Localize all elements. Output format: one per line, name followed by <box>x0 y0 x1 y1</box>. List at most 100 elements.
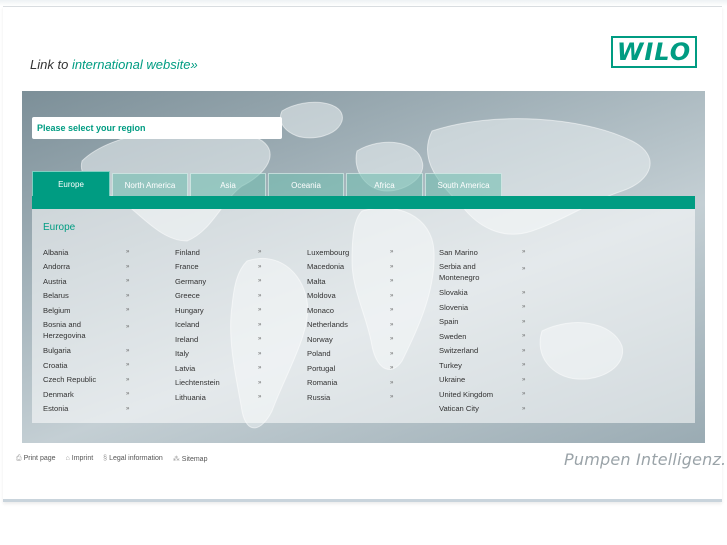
print-icon: ⎙ <box>16 455 22 462</box>
country-name: United Kingdom <box>439 389 494 399</box>
country-link[interactable]: Malta » <box>307 274 417 289</box>
tab-oceania[interactable]: Oceania <box>268 173 344 196</box>
tab-oceania-label: Oceania <box>291 180 321 190</box>
country-name: Czech Republic <box>43 375 97 385</box>
country-link[interactable]: Bosnia and Herzegovina » <box>43 318 153 344</box>
country-link[interactable]: Latvia » <box>175 361 285 376</box>
arrow-icon: » <box>258 263 262 270</box>
country-link[interactable]: Belarus » <box>43 289 153 304</box>
country-link[interactable]: Serbia and Montenegro » <box>439 260 549 286</box>
country-link[interactable]: Liechtenstein » <box>175 376 285 391</box>
country-link[interactable]: Finland » <box>175 245 285 260</box>
country-name: Italy <box>175 349 189 359</box>
arrow-icon: » <box>390 350 394 357</box>
country-link[interactable]: Slovakia » <box>439 286 549 301</box>
legal-information-link[interactable]: § Legal information <box>103 455 163 463</box>
sitemap-link[interactable]: ⁂ Sitemap <box>173 455 208 463</box>
arrow-icon: » <box>390 379 394 386</box>
country-link[interactable]: Romania » <box>307 376 417 391</box>
imprint-link[interactable]: ⌂ Imprint <box>66 455 94 463</box>
arrow-icon: » <box>390 249 394 255</box>
arrow-icon: » <box>390 263 394 270</box>
arrow-icon: » <box>522 304 526 310</box>
country-link[interactable]: Czech Republic » <box>43 373 153 388</box>
international-website-link[interactable]: international website» <box>72 57 198 72</box>
country-link[interactable]: Greece » <box>175 289 285 304</box>
panel-title: Europe <box>43 222 76 233</box>
country-name: Slovakia <box>439 288 468 298</box>
country-link[interactable]: San Marino » <box>439 245 549 260</box>
arrow-icon: » <box>126 347 130 354</box>
country-link[interactable]: Denmark » <box>43 387 153 402</box>
arrow-icon: » <box>522 362 526 368</box>
country-name: Belarus <box>43 291 69 301</box>
arrow-icon: » <box>390 278 394 284</box>
country-name: Hungary <box>175 305 204 315</box>
country-link[interactable]: Bulgaria » <box>43 344 153 359</box>
arrow-icon: » <box>522 249 526 255</box>
country-link[interactable]: Iceland » <box>175 318 285 333</box>
country-link[interactable]: Italy » <box>175 347 285 362</box>
country-link[interactable]: France » <box>175 260 285 275</box>
country-name: Belgium <box>43 305 71 315</box>
country-link[interactable]: Netherlands » <box>307 318 417 333</box>
international-link: Link to international website» <box>30 57 198 72</box>
country-link[interactable]: Switzerland » <box>439 344 549 359</box>
arrow-icon: » <box>522 376 526 383</box>
country-link[interactable]: Macedonia » <box>307 260 417 275</box>
country-link[interactable]: Vatican City » <box>439 402 549 417</box>
country-link[interactable]: Albania » <box>43 245 153 260</box>
sitemap-label: Sitemap <box>181 456 208 463</box>
country-link[interactable]: Lithuania » <box>175 390 285 405</box>
country-link[interactable]: Belgium » <box>43 303 153 318</box>
country-link[interactable]: Germany » <box>175 274 285 289</box>
country-link[interactable]: Hungary » <box>175 303 285 318</box>
country-link[interactable]: Russia » <box>307 390 417 405</box>
country-link[interactable]: Croatia » <box>43 358 153 373</box>
country-name: Latvia <box>175 363 196 373</box>
arrow-icon: » <box>126 391 130 397</box>
country-name: Monaco <box>307 305 335 315</box>
arrow-icon: » <box>258 350 262 357</box>
tab-africa[interactable]: Africa <box>346 173 423 196</box>
country-link[interactable]: Slovenia » <box>439 300 549 315</box>
country-column: San Marino» Serbia and Montenegro» Slovaki… <box>439 245 549 416</box>
country-link[interactable]: Austria » <box>43 274 153 289</box>
country-link[interactable]: Portugal » <box>307 361 417 376</box>
country-name: Norway <box>307 334 333 344</box>
arrow-icon: » <box>126 278 130 284</box>
arrow-icon: » <box>522 405 526 412</box>
tab-south-america-label: South America <box>437 180 490 190</box>
country-name: Croatia <box>43 360 68 370</box>
world-map-panel: Please select your region Europe North A… <box>22 91 705 443</box>
imprint-icon: ⌂ <box>65 455 70 462</box>
country-link[interactable]: Sweden » <box>439 329 549 344</box>
print-page-link[interactable]: ⎙ Print page <box>16 455 56 463</box>
country-link[interactable]: Spain » <box>439 315 549 330</box>
country-name: Malta <box>307 276 326 286</box>
tab-asia[interactable]: Asia <box>190 173 266 196</box>
country-link[interactable]: Andorra » <box>43 260 153 275</box>
country-link[interactable]: Monaco » <box>307 303 417 318</box>
country-name: Bosnia and Herzegovina <box>43 319 86 340</box>
country-link[interactable]: Luxembourg » <box>307 245 417 260</box>
country-link[interactable]: Turkey » <box>439 358 549 373</box>
tab-europe[interactable]: Europe <box>32 171 110 196</box>
arrow-icon: » <box>258 278 262 284</box>
country-name: Greece <box>175 291 200 301</box>
country-name: Switzerland <box>439 346 479 356</box>
tab-south-america[interactable]: South America <box>425 173 502 196</box>
country-link[interactable]: Norway » <box>307 332 417 347</box>
country-name: Austria <box>43 276 67 286</box>
country-link[interactable]: Ireland » <box>175 332 285 347</box>
wilo-logo[interactable]: WILO <box>611 36 697 68</box>
country-link[interactable]: United Kingdom » <box>439 387 549 402</box>
country-link[interactable]: Moldova » <box>307 289 417 304</box>
country-link[interactable]: Ukraine » <box>439 373 549 388</box>
country-name: Ukraine <box>439 375 466 385</box>
region-select-label: Please select your region <box>37 123 146 133</box>
country-link[interactable]: Estonia » <box>43 402 153 417</box>
tab-north-america[interactable]: North America <box>112 173 188 196</box>
arrow-icon: » <box>126 292 130 299</box>
country-link[interactable]: Poland » <box>307 347 417 362</box>
